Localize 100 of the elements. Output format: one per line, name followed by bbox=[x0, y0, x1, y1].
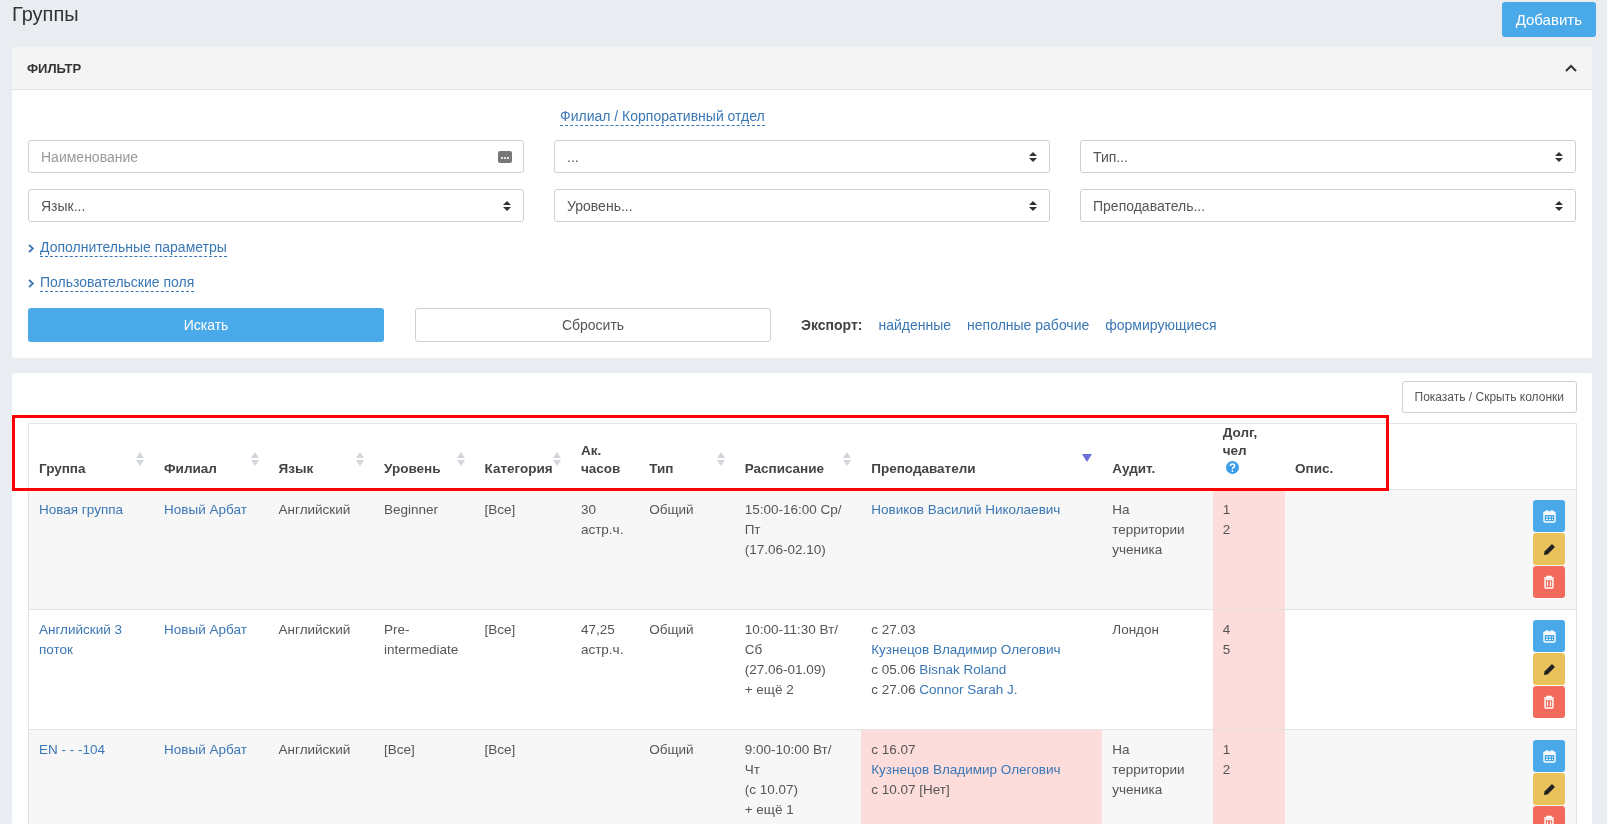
dropdown-field[interactable]: ... bbox=[554, 140, 1050, 173]
type-text: Общий bbox=[649, 501, 695, 519]
column-header[interactable]: Группа bbox=[39, 460, 86, 478]
language-text: Английский bbox=[278, 741, 352, 759]
language-text: Английский bbox=[278, 621, 352, 639]
schedule-text: (27.06-01.09) bbox=[744, 661, 827, 679]
debt-count: 4 bbox=[1222, 621, 1232, 639]
language-text: Английский bbox=[278, 501, 352, 519]
debt-count: 1 bbox=[1222, 501, 1232, 519]
branch-link[interactable]: Новый Арбат bbox=[164, 620, 259, 640]
schedule-text: (с 10.07) bbox=[744, 781, 799, 799]
reset-button[interactable]: Сбросить bbox=[415, 308, 771, 342]
sort-icon[interactable] bbox=[843, 451, 852, 467]
export-label: Экспорт: bbox=[801, 317, 863, 333]
edit-button[interactable] bbox=[1533, 773, 1565, 805]
sort-icon[interactable] bbox=[136, 451, 145, 467]
column-header[interactable]: Категория bbox=[484, 460, 553, 478]
sort-descending-icon[interactable] bbox=[1082, 454, 1093, 462]
teacher-text: [Нет] bbox=[919, 782, 950, 797]
hours-text: 30 астр.ч. bbox=[580, 501, 625, 539]
group-link[interactable]: EN - - -104 bbox=[39, 740, 145, 760]
schedule-text: (17.06-02.10) bbox=[744, 541, 827, 559]
sort-icon[interactable] bbox=[456, 451, 465, 467]
sort-icon[interactable] bbox=[716, 451, 725, 467]
export-link[interactable]: формирующиеся bbox=[1105, 317, 1217, 333]
schedule-text: 9:00-10:00 Вт/ bbox=[744, 741, 833, 759]
sort-arrows-icon bbox=[1029, 199, 1037, 212]
column-header[interactable]: Аудит. bbox=[1112, 460, 1156, 478]
sort-icon[interactable] bbox=[356, 451, 365, 467]
teacher-link[interactable]: Кузнецов Владимир Олегович bbox=[871, 762, 1061, 777]
calendar-icon bbox=[1542, 509, 1556, 523]
column-header[interactable]: Уровень bbox=[384, 460, 441, 478]
export-link[interactable]: неполные рабочие bbox=[967, 317, 1090, 333]
dropdown-field[interactable]: Преподаватель... bbox=[1080, 189, 1576, 222]
start-date-text: с 16.07 bbox=[871, 742, 916, 757]
expand-link[interactable]: Дополнительные параметры bbox=[40, 239, 227, 257]
sort-icon[interactable] bbox=[552, 451, 561, 467]
column-header[interactable]: Филиал bbox=[164, 460, 217, 478]
sort-icon[interactable] bbox=[250, 451, 259, 467]
trash-icon bbox=[1543, 695, 1555, 709]
teacher-link[interactable]: Connor Sarah J. bbox=[919, 682, 1018, 697]
debt-count: 2 bbox=[1222, 521, 1232, 539]
pencil-icon bbox=[1542, 782, 1556, 796]
column-header[interactable]: Опис. bbox=[1295, 460, 1334, 478]
branch-filter-link[interactable]: Филиал / Корпоративный отдел bbox=[560, 108, 765, 126]
teacher-link[interactable]: Новиков Василий Николаевич bbox=[871, 502, 1061, 517]
edit-button[interactable] bbox=[1533, 653, 1565, 685]
calendar-icon bbox=[1542, 749, 1556, 763]
branch-link[interactable]: Новый Арбат bbox=[164, 740, 259, 760]
column-header[interactable]: Ак. часов bbox=[580, 442, 630, 478]
chevron-up-icon[interactable] bbox=[1565, 64, 1577, 72]
schedule-text: + ещё 1 bbox=[744, 801, 795, 819]
level-text: [Все] bbox=[384, 741, 416, 759]
start-date-text: с 27.06 bbox=[871, 682, 917, 697]
start-date-text: с 10.07 bbox=[871, 782, 917, 797]
sort-arrows-icon bbox=[503, 199, 511, 212]
start-date-text: с 05.06 bbox=[871, 662, 917, 677]
category-text: [Все] bbox=[484, 501, 517, 519]
pencil-icon bbox=[1542, 542, 1556, 556]
room-text: На территории ученика bbox=[1112, 741, 1186, 799]
schedule-text: Чт bbox=[744, 761, 761, 779]
branch-link[interactable]: Новый Арбат bbox=[164, 500, 259, 520]
column-header[interactable]: Расписание bbox=[744, 460, 825, 478]
sort-arrows-icon bbox=[1029, 150, 1037, 163]
name-input-field[interactable]: Наименование bbox=[28, 140, 524, 173]
debt-count: 5 bbox=[1222, 641, 1232, 659]
export-link[interactable]: найденные bbox=[878, 317, 952, 333]
chevron-right-icon bbox=[28, 243, 34, 253]
column-header[interactable]: Преподаватели bbox=[871, 460, 976, 478]
group-link[interactable]: Новая группа bbox=[39, 500, 145, 520]
type-text: Общий bbox=[649, 621, 695, 639]
calendar-icon bbox=[1542, 629, 1556, 643]
sort-arrows-icon bbox=[1555, 199, 1563, 212]
start-date-text: с 27.03 bbox=[871, 622, 916, 637]
category-text: [Все] bbox=[484, 741, 517, 759]
sort-arrows-icon bbox=[1555, 150, 1563, 163]
debt-count: 2 bbox=[1222, 761, 1232, 779]
column-header[interactable]: Язык bbox=[278, 460, 314, 478]
category-text: [Все] bbox=[484, 621, 517, 639]
teacher-link[interactable]: Bisnak Roland bbox=[919, 662, 1007, 677]
dropdown-field[interactable]: Уровень... bbox=[554, 189, 1050, 222]
edit-button[interactable] bbox=[1533, 533, 1565, 565]
show-hide-columns-button[interactable]: Показать / Скрыть колонки bbox=[1401, 381, 1577, 413]
more-icon bbox=[498, 151, 512, 163]
group-link[interactable]: Английский 3 поток bbox=[39, 620, 145, 660]
column-header[interactable]: Долг, чел bbox=[1222, 424, 1276, 460]
level-text: Pre-intermediate bbox=[384, 621, 460, 659]
hours-text: 47,25 астр.ч. bbox=[580, 621, 625, 659]
debt-count: 1 bbox=[1222, 741, 1232, 759]
schedule-text: 15:00-16:00 Ср/ bbox=[744, 501, 843, 519]
room-text: На территории ученика bbox=[1112, 501, 1186, 559]
schedule-text: Пт bbox=[744, 521, 762, 539]
dropdown-field[interactable]: Тип... bbox=[1080, 140, 1576, 173]
expand-link[interactable]: Пользовательские поля bbox=[40, 274, 195, 292]
page-title: Группы bbox=[12, 3, 79, 26]
type-text: Общий bbox=[649, 741, 695, 759]
filter-title: ФИЛЬТР bbox=[27, 60, 82, 76]
teacher-link[interactable]: Кузнецов Владимир Олегович bbox=[871, 642, 1061, 657]
dropdown-field[interactable]: Язык... bbox=[28, 189, 524, 222]
column-header[interactable]: Тип bbox=[649, 460, 674, 478]
